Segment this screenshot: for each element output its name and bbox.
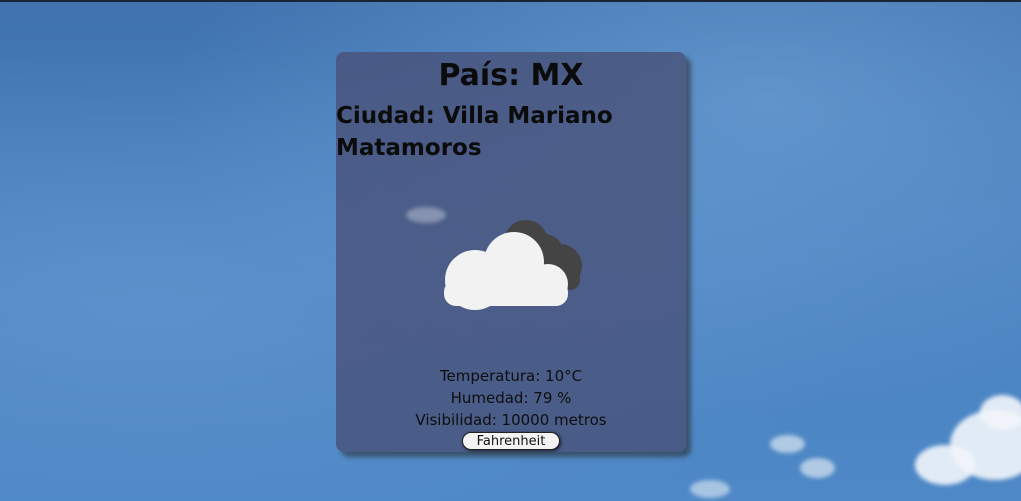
weather-details: Temperatura: 10°C Humedad: 79 % Visibili… (336, 365, 686, 431)
city-heading: Ciudad: Villa Mariano Matamoros (336, 103, 613, 161)
weather-app-page: País: MX Ciudad: Villa Mariano Matamoros… (0, 0, 1021, 501)
background-cloud (690, 480, 730, 498)
background-cloud (980, 395, 1021, 430)
humidity-text: Humedad: 79 % (450, 389, 572, 407)
country-heading: País: MX (438, 58, 584, 93)
temperature-text: Temperatura: 10°C (439, 367, 583, 385)
weather-card: País: MX Ciudad: Villa Mariano Matamoros… (336, 52, 686, 452)
visibility-text: Visibilidad: 10000 metros (415, 411, 607, 429)
window-top-border (0, 0, 1021, 2)
background-cloud (770, 435, 805, 453)
background-cloud (915, 445, 975, 485)
background-cloud (800, 458, 835, 478)
partly-cloudy-icon (444, 220, 582, 310)
fahrenheit-toggle-button[interactable]: Fahrenheit (462, 432, 560, 450)
